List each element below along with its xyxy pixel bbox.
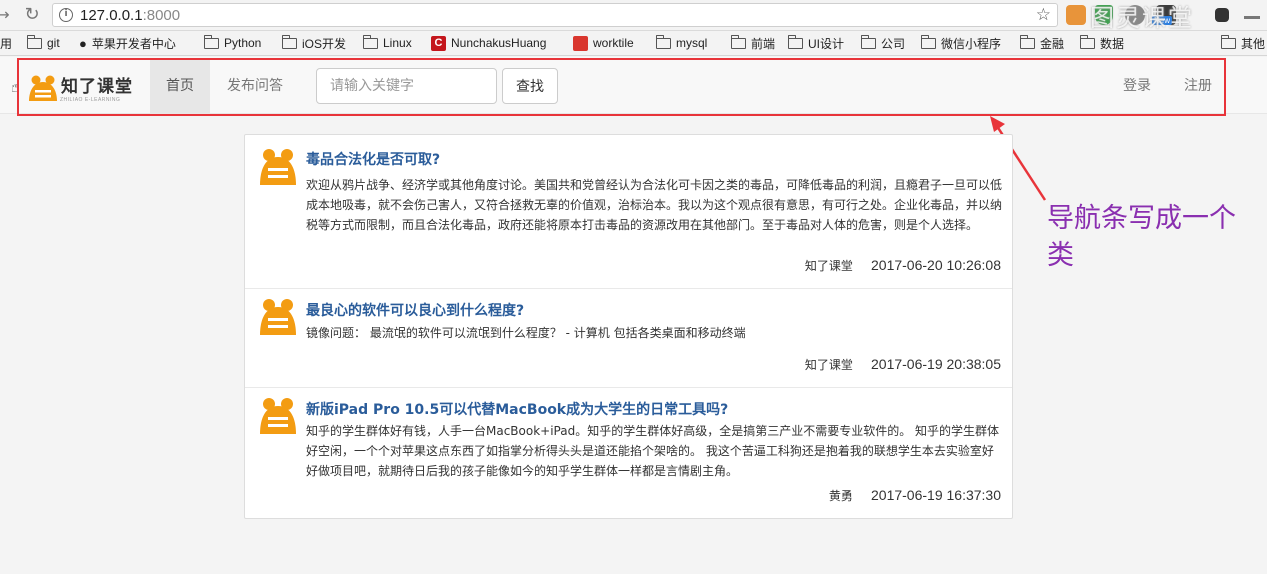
bookmark-wechat-miniapp[interactable]: 微信小程序 bbox=[920, 34, 1001, 51]
extension-icon[interactable] bbox=[1066, 5, 1086, 25]
question-meta: 黄勇 2017-06-19 16:37:30 bbox=[829, 487, 1001, 504]
bookmark-item[interactable]: 用 bbox=[0, 35, 12, 51]
question-author: 知了课堂 bbox=[804, 358, 853, 372]
address-url[interactable]: 127.0.0.1:8000 bbox=[80, 7, 180, 24]
question-time: 2017-06-20 10:26:08 bbox=[871, 257, 1001, 273]
folder-icon bbox=[281, 34, 297, 49]
question-time: 2017-06-19 20:38:05 bbox=[871, 356, 1001, 372]
question-item: 新版iPad Pro 10.5可以代替MacBook成为大学生的日常工具吗? 知… bbox=[245, 388, 1012, 518]
navbar-highlight-box bbox=[17, 58, 1226, 116]
question-list: 毒品合法化是否可取? 欢迎从鸦片战争、经济学或其他角度讨论。美国共和党曾经认为合… bbox=[244, 134, 1013, 519]
question-body: 欢迎从鸦片战争、经济学或其他角度讨论。美国共和党曾经认为合法化可卡因之类的毒品，… bbox=[306, 178, 1003, 232]
worktile-icon bbox=[573, 35, 588, 51]
question-title[interactable]: 毒品合法化是否可取? bbox=[306, 149, 440, 169]
address-bar[interactable]: i 127.0.0.1:8000 ☆ bbox=[52, 3, 1058, 27]
bookmark-ui-design[interactable]: UI设计 bbox=[787, 34, 844, 51]
bookmark-mysql[interactable]: mysql bbox=[655, 34, 707, 51]
avatar-icon bbox=[260, 149, 296, 185]
bookmarks-bar: 用 git ● 苹果开发者中心 Python iOS开发 Linux C Nunch… bbox=[0, 31, 1267, 56]
question-body: 镜像问题： 最流氓的软件可以流氓到什么程度？ - 计算机 包括各类桌面和移动终端 bbox=[306, 326, 746, 340]
bookmark-worktile[interactable]: worktile bbox=[573, 35, 634, 51]
folder-icon bbox=[860, 34, 876, 49]
folder-icon bbox=[1079, 34, 1095, 49]
avatar-icon bbox=[260, 398, 296, 434]
folder-icon bbox=[362, 34, 378, 49]
menu-icon[interactable] bbox=[1244, 16, 1260, 19]
browser-toolbar: → ↻ i 127.0.0.1:8000 ☆ New 图灵课堂 bbox=[0, 0, 1267, 32]
reload-icon[interactable]: ↻ bbox=[21, 4, 43, 26]
question-meta: 知了课堂 2017-06-19 20:38:05 bbox=[805, 356, 1001, 373]
question-author: 知了课堂 bbox=[804, 259, 853, 273]
annotation-note: 导航条写成一个类 bbox=[1047, 203, 1236, 271]
c-logo-icon: C bbox=[431, 35, 446, 51]
bookmark-ios[interactable]: iOS开发 bbox=[281, 34, 346, 51]
bookmark-python[interactable]: Python bbox=[203, 34, 261, 51]
folder-icon bbox=[655, 34, 671, 49]
folder-icon bbox=[730, 34, 746, 49]
folder-icon bbox=[203, 34, 219, 49]
bookmark-other[interactable]: 其他 bbox=[1220, 34, 1265, 51]
question-item: 最良心的软件可以良心到什么程度? 镜像问题： 最流氓的软件可以流氓到什么程度？ … bbox=[245, 289, 1012, 388]
folder-icon bbox=[1220, 34, 1236, 49]
forward-arrow-icon[interactable]: → bbox=[0, 4, 14, 26]
bookmark-frontend[interactable]: 前端 bbox=[730, 34, 775, 51]
extension-icon[interactable] bbox=[1215, 8, 1229, 22]
question-author: 黄勇 bbox=[828, 489, 853, 503]
folder-icon bbox=[787, 34, 803, 49]
info-icon[interactable]: i bbox=[59, 8, 73, 22]
question-title[interactable]: 新版iPad Pro 10.5可以代替MacBook成为大学生的日常工具吗? bbox=[306, 399, 728, 419]
folder-icon bbox=[920, 34, 936, 49]
question-body: 知乎的学生群体好有钱，人手一台MacBook+iPad。知乎的学生群体好高级，全… bbox=[306, 424, 1000, 478]
watermark: 图灵课堂 bbox=[1090, 4, 1194, 32]
bookmark-star-icon[interactable]: ☆ bbox=[1036, 5, 1051, 25]
question-title[interactable]: 最良心的软件可以良心到什么程度? bbox=[306, 300, 524, 320]
bookmark-finance[interactable]: 金融 bbox=[1019, 34, 1064, 51]
bookmark-linux[interactable]: Linux bbox=[362, 34, 412, 51]
folder-icon bbox=[26, 34, 42, 49]
avatar-icon bbox=[260, 299, 296, 335]
folder-icon bbox=[1019, 34, 1035, 49]
question-item: 毒品合法化是否可取? 欢迎从鸦片战争、经济学或其他角度讨论。美国共和党曾经认为合… bbox=[245, 135, 1012, 289]
question-meta: 知了课堂 2017-06-20 10:26:08 bbox=[805, 257, 1001, 274]
bookmark-company[interactable]: 公司 bbox=[860, 34, 905, 51]
bookmark-nunchakus[interactable]: C NunchakusHuang bbox=[431, 35, 546, 51]
bookmark-apple-dev[interactable]: ● 苹果开发者中心 bbox=[79, 35, 176, 51]
apple-icon: ● bbox=[79, 35, 87, 51]
bookmark-data[interactable]: 数据 bbox=[1079, 34, 1124, 51]
bookmark-git[interactable]: git bbox=[26, 34, 60, 51]
question-time: 2017-06-19 16:37:30 bbox=[871, 487, 1001, 503]
